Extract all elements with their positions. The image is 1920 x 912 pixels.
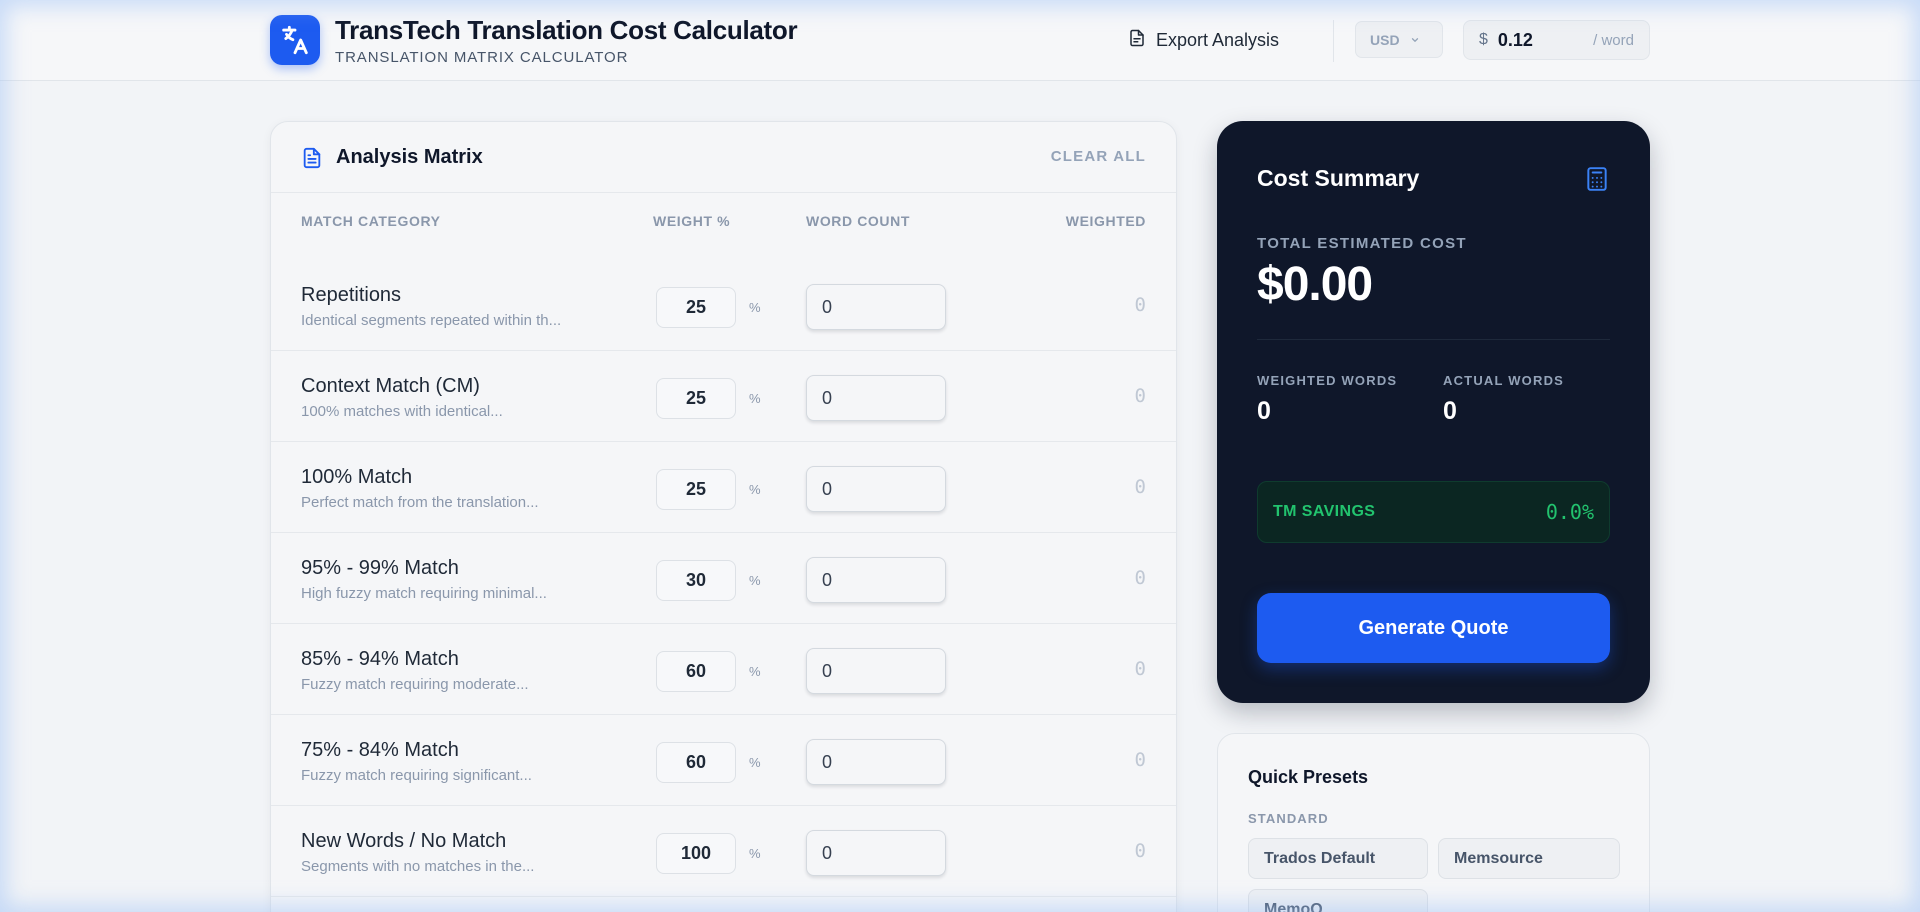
app-title: TransTech Translation Cost Calculator — [335, 15, 798, 45]
actual-words-label: ACTUAL WORDS — [1443, 373, 1565, 388]
weighted-value: 0 — [1134, 294, 1146, 316]
row-category-description: Identical segments repeated within th... — [301, 312, 562, 329]
weighted-words-value: 0 — [1257, 397, 1271, 425]
document-text-icon — [301, 146, 323, 175]
weight-input[interactable] — [656, 287, 736, 328]
matrix-row-95-99-match: 95% - 99% Match High fuzzy match requiri… — [271, 533, 1176, 624]
matrix-row-85-94-match: 85% - 94% Match Fuzzy match requiring mo… — [271, 624, 1176, 715]
preset-trados-default-button[interactable]: Trados Default — [1248, 838, 1428, 879]
chevron-down-icon — [1410, 32, 1420, 48]
matrix-row-100-match: 100% Match Perfect match from the transl… — [271, 442, 1176, 533]
tm-savings-value: 0.0% — [1545, 500, 1594, 524]
summary-divider — [1257, 339, 1610, 340]
weighted-value: 0 — [1134, 658, 1146, 680]
weighted-value: 0 — [1134, 476, 1146, 498]
quick-presets-card: Quick Presets STANDARD Trados Default Me… — [1217, 733, 1650, 912]
currency-value: USD — [1370, 31, 1400, 48]
row-category-description: Segments with no matches in the... — [301, 858, 535, 875]
cost-summary-card: Cost Summary TOTAL ESTIMATED COST $0.00 … — [1217, 121, 1650, 703]
percent-sign: % — [749, 846, 761, 861]
export-analysis-label: Export Analysis — [1156, 29, 1280, 50]
weighted-value: 0 — [1134, 749, 1146, 771]
matrix-row-context-match: Context Match (CM) 100% matches with ide… — [271, 351, 1176, 442]
column-header-weight: WEIGHT % — [653, 213, 731, 229]
tm-savings-label: TM SAVINGS — [1273, 503, 1376, 520]
matrix-row-new-words: New Words / No Match Segments with no ma… — [271, 806, 1176, 897]
preset-category-label: STANDARD — [1248, 811, 1329, 826]
matrix-header: Analysis Matrix CLEAR ALL — [271, 122, 1176, 193]
matrix-row-75-84-match: 75% - 84% Match Fuzzy match requiring si… — [271, 715, 1176, 806]
app-subtitle: TRANSLATION MATRIX CALCULATOR — [335, 49, 629, 66]
column-header-category: MATCH CATEGORY — [301, 213, 441, 229]
export-analysis-button[interactable]: Export Analysis — [1128, 26, 1279, 54]
row-category-name: 85% - 94% Match — [301, 648, 459, 670]
column-header-weighted: WEIGHTED — [1065, 213, 1146, 229]
row-category-name: Repetitions — [301, 284, 402, 306]
actual-words-value: 0 — [1443, 397, 1457, 425]
row-category-name: 75% - 84% Match — [301, 739, 459, 761]
rate-per-word-field: $ / word — [1463, 20, 1650, 60]
rate-currency-symbol: $ — [1479, 31, 1488, 48]
rate-input[interactable] — [1497, 29, 1568, 51]
row-category-description: Perfect match from the translation... — [301, 494, 539, 511]
row-category-description: 100% matches with identical... — [301, 403, 503, 420]
row-category-description: Fuzzy match requiring moderate... — [301, 676, 529, 693]
matrix-title: Analysis Matrix — [336, 146, 483, 168]
cost-summary-title: Cost Summary — [1257, 165, 1420, 191]
currency-select[interactable]: USD — [1355, 21, 1443, 58]
row-category-name: New Words / No Match — [301, 830, 507, 852]
tm-savings-box: TM SAVINGS 0.0% — [1257, 481, 1610, 543]
word-count-input[interactable] — [806, 830, 946, 876]
row-category-description: High fuzzy match requiring minimal... — [301, 585, 547, 602]
weight-input[interactable] — [656, 833, 736, 874]
matrix-row-repetitions: Repetitions Identical segments repeated … — [271, 260, 1176, 351]
generate-quote-button[interactable]: Generate Quote — [1257, 593, 1610, 663]
weight-input[interactable] — [656, 560, 736, 601]
analysis-matrix-panel: Analysis Matrix CLEAR ALL MATCH CATEGORY… — [270, 121, 1177, 912]
preset-memsource-button[interactable]: Memsource — [1438, 838, 1620, 879]
weighted-value: 0 — [1134, 840, 1146, 862]
word-count-input[interactable] — [806, 557, 946, 603]
row-category-name: Context Match (CM) — [301, 375, 480, 397]
word-count-input[interactable] — [806, 375, 946, 421]
rate-unit-label: / word — [1593, 31, 1634, 49]
weighted-value: 0 — [1134, 385, 1146, 407]
header-divider — [1333, 20, 1334, 62]
app-header: TransTech Translation Cost Calculator TR… — [0, 0, 1920, 81]
word-count-input[interactable] — [806, 739, 946, 785]
row-category-name: 95% - 99% Match — [301, 557, 459, 579]
word-count-input[interactable] — [806, 284, 946, 330]
row-category-name: 100% Match — [301, 466, 413, 488]
weighted-value: 0 — [1134, 567, 1146, 589]
column-header-word-count: WORD COUNT — [806, 213, 910, 229]
percent-sign: % — [749, 391, 761, 406]
percent-sign: % — [749, 755, 761, 770]
percent-sign: % — [749, 573, 761, 588]
document-icon — [1128, 28, 1146, 53]
percent-sign: % — [749, 300, 761, 315]
weight-input[interactable] — [656, 742, 736, 783]
calculator-icon — [1584, 164, 1610, 199]
percent-sign: % — [749, 664, 761, 679]
clear-all-button[interactable]: CLEAR ALL — [1051, 148, 1146, 165]
quick-presets-title: Quick Presets — [1248, 767, 1369, 787]
word-count-input[interactable] — [806, 466, 946, 512]
word-count-input[interactable] — [806, 648, 946, 694]
total-cost-value: $0.00 — [1257, 258, 1373, 311]
weight-input[interactable] — [656, 378, 736, 419]
translate-icon — [270, 15, 320, 65]
total-cost-label: TOTAL ESTIMATED COST — [1257, 235, 1467, 252]
percent-sign: % — [749, 482, 761, 497]
weight-input[interactable] — [656, 469, 736, 510]
row-category-description: Fuzzy match requiring significant... — [301, 767, 532, 784]
preset-memoq-button[interactable]: MemoQ — [1248, 889, 1428, 912]
weight-input[interactable] — [656, 651, 736, 692]
weighted-words-label: WEIGHTED WORDS — [1257, 373, 1398, 388]
